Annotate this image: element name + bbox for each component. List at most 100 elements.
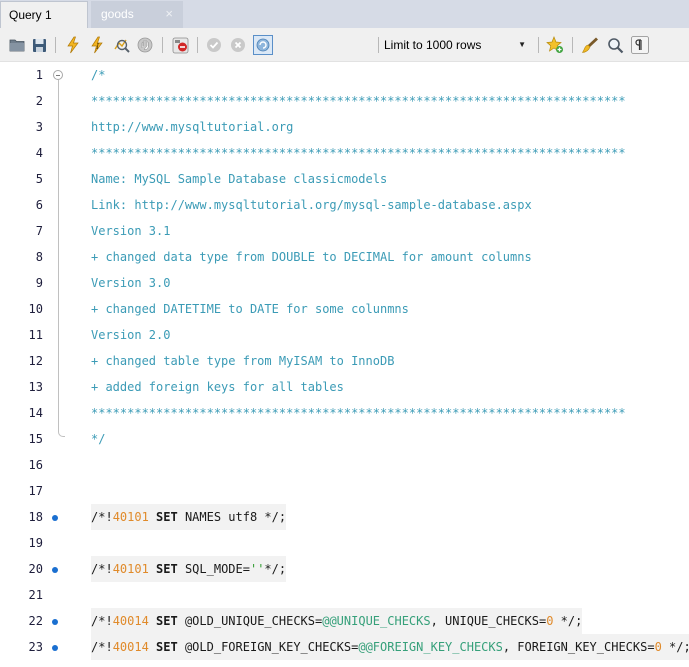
save-icon	[32, 38, 46, 52]
code-token: SQL_MODE=	[177, 562, 250, 576]
code-token: ''	[249, 562, 265, 576]
code-token: @OLD_UNIQUE_CHECKS=	[177, 614, 323, 628]
editor-line[interactable]: 19	[0, 530, 689, 556]
editor-line[interactable]: 11 Version 2.0	[0, 322, 689, 348]
editor-line[interactable]: 18 /*!40101 SET NAMES utf8 */;	[0, 504, 689, 530]
editor-line[interactable]: 5 Name: MySQL Sample Database classicmode…	[0, 166, 689, 192]
line-number: 6	[35, 198, 43, 212]
code-token: 40101	[112, 562, 149, 576]
code-token: /*!	[91, 640, 113, 654]
line-number: 15	[28, 432, 43, 446]
toggle-error-button[interactable]	[169, 28, 191, 62]
save-button[interactable]	[28, 28, 50, 62]
autocommit-icon	[253, 35, 273, 55]
sql-statement: /*!40101 SET NAMES utf8 */;	[91, 504, 287, 530]
limit-rows-select[interactable]: Limit to 1000 rows ▼	[382, 35, 532, 55]
explain-icon	[113, 39, 130, 53]
editor-line[interactable]: 22 /*!40014 SET @OLD_UNIQUE_CHECKS=@@UNIQ…	[0, 608, 689, 634]
code-token: @@FOREIGN_KEY_CHECKS	[358, 640, 503, 654]
close-icon[interactable]: ×	[165, 1, 173, 27]
invisible-chars-button[interactable]	[628, 28, 652, 62]
line-number: 22	[28, 614, 43, 628]
comment-text: Version 3.1	[91, 224, 171, 238]
stop-icon	[137, 37, 153, 53]
comment-text: Link: http://www.mysqltutorial.org/mysql…	[91, 198, 532, 212]
editor-line[interactable]: 4 ***************************************…	[0, 140, 689, 166]
code-token: SET	[148, 562, 178, 576]
editor-line[interactable]: 20 /*!40101 SET SQL_MODE=''*/;	[0, 556, 689, 582]
commit-icon	[207, 38, 221, 52]
editor-line[interactable]: 23 /*!40014 SET @OLD_FOREIGN_KEY_CHECKS=@…	[0, 634, 689, 660]
code-token: SET	[148, 640, 178, 654]
code-token: SET	[148, 614, 178, 628]
chevron-down-icon: ▼	[518, 40, 526, 49]
code-token: , FOREIGN_KEY_CHECKS=	[502, 640, 655, 654]
comment-text: Version 3.0	[91, 276, 171, 290]
editor-line[interactable]: 2 ***************************************…	[0, 88, 689, 114]
tab-label: goods	[101, 7, 134, 21]
line-number: 17	[28, 484, 43, 498]
editor-line[interactable]: 9 Version 3.0	[0, 270, 689, 296]
rollback-button[interactable]	[227, 28, 249, 62]
query-tab-bar: Query 1 goods ×	[0, 0, 689, 28]
code-token: NAMES utf8 */;	[177, 510, 287, 524]
comment-text: + changed data type from DOUBLE to DECIM…	[91, 250, 532, 264]
code-token: 40101	[112, 510, 149, 524]
toolbar-separator	[197, 37, 198, 53]
execute-current-icon: I	[91, 36, 103, 54]
editor-line[interactable]: 21	[0, 582, 689, 608]
find-button[interactable]	[603, 28, 627, 62]
open-folder-button[interactable]	[6, 28, 28, 62]
comment-text: /*	[91, 68, 106, 82]
editor-line[interactable]: 7 Version 3.1	[0, 218, 689, 244]
editor-line[interactable]: 15 */	[0, 426, 689, 452]
code-token: */;	[661, 640, 689, 654]
beautify-icon	[581, 37, 598, 53]
toolbar-separator	[162, 37, 163, 53]
line-number: 5	[35, 172, 43, 186]
editor-line[interactable]: 10 + changed DATETIME to DATE for some co…	[0, 296, 689, 322]
editor-line[interactable]: 1 /*	[0, 62, 689, 88]
fold-end-icon	[58, 430, 65, 437]
editor-line[interactable]: 3 http://www.mysqltutorial.org	[0, 114, 689, 140]
line-number: 21	[28, 588, 43, 602]
comment-text: Version 2.0	[91, 328, 171, 342]
toolbar-separator	[572, 37, 573, 53]
execute-button[interactable]	[62, 28, 84, 62]
tab-query-1[interactable]: Query 1	[0, 1, 88, 28]
editor-line[interactable]: 14 **************************************…	[0, 400, 689, 426]
add-snippet-icon	[546, 36, 563, 53]
sql-statement: /*!40101 SET SQL_MODE=''*/;	[91, 556, 287, 582]
sql-statement: /*!40014 SET @OLD_FOREIGN_KEY_CHECKS=@@F…	[91, 634, 689, 660]
commit-button[interactable]	[203, 28, 225, 62]
line-number: 16	[28, 458, 43, 472]
editor-line[interactable]: 16	[0, 452, 689, 478]
comment-text: + changed table type from MyISAM to Inno…	[91, 354, 395, 368]
code-token: @@UNIQUE_CHECKS	[322, 614, 431, 628]
editor-line[interactable]: 13 + added foreign keys for all tables	[0, 374, 689, 400]
comment-text: + changed DATETIME to DATE for some colu…	[91, 302, 409, 316]
code-token: SET	[148, 510, 178, 524]
line-number: 7	[35, 224, 43, 238]
editor-line[interactable]: 6 Link: http://www.mysqltutorial.org/mysq…	[0, 192, 689, 218]
toolbar-separator	[55, 37, 56, 53]
line-number: 20	[28, 562, 43, 576]
toggle-error-icon	[172, 37, 188, 53]
line-number: 13	[28, 380, 43, 394]
fold-toggle-icon[interactable]	[53, 70, 63, 80]
tab-goods[interactable]: goods ×	[91, 1, 183, 28]
explain-button[interactable]	[110, 28, 132, 62]
beautify-button[interactable]	[578, 28, 602, 62]
editor-line[interactable]: 17	[0, 478, 689, 504]
stop-button[interactable]	[134, 28, 156, 62]
execute-current-button[interactable]: I	[86, 28, 108, 62]
code-token: */;	[553, 614, 583, 628]
editor-line[interactable]: 8 + changed data type from DOUBLE to DECI…	[0, 244, 689, 270]
limit-rows-value: Limit to 1000 rows	[384, 38, 482, 52]
sql-editor[interactable]: 1 /* 2 ************************************…	[0, 62, 689, 667]
line-number: 14	[28, 406, 43, 420]
add-snippet-button[interactable]	[543, 28, 567, 62]
editor-line[interactable]: 12 + changed table type from MyISAM to In…	[0, 348, 689, 374]
comment-text: */	[91, 432, 106, 446]
autocommit-toggle[interactable]	[251, 28, 275, 62]
